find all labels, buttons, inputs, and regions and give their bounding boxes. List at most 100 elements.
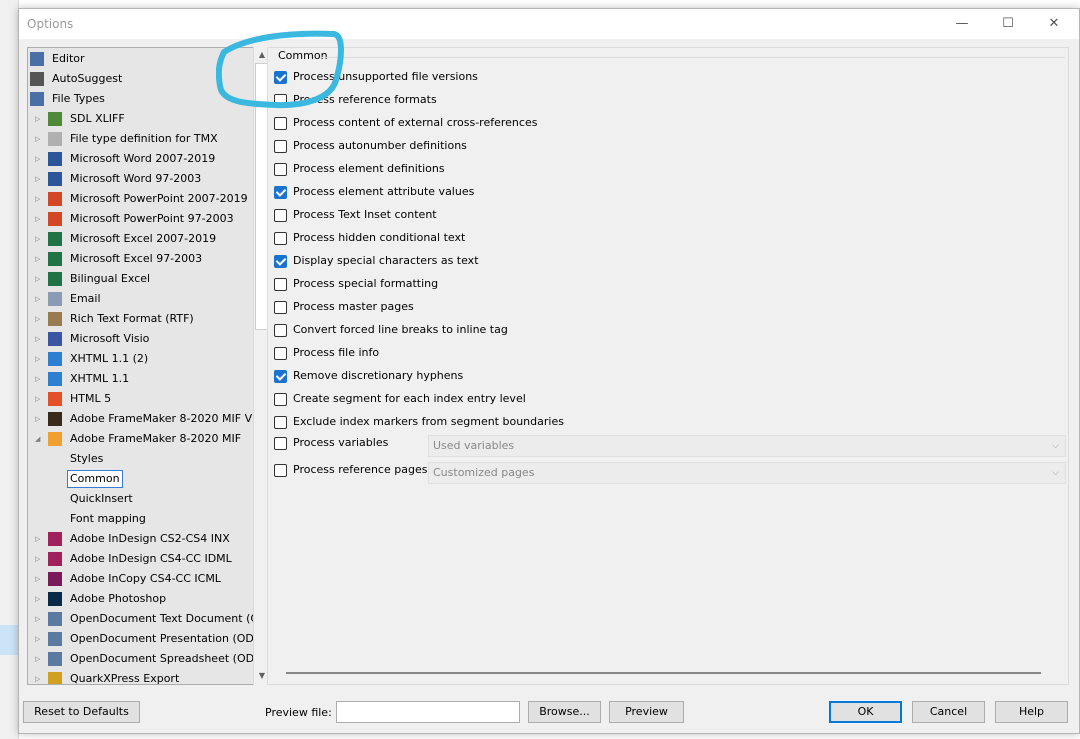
maximize-icon[interactable]: ☐	[985, 9, 1031, 39]
chevron-down-icon[interactable]: ⌵	[1052, 463, 1059, 483]
expand-arrow-icon[interactable]: ▷	[35, 249, 43, 269]
unchecked-checkbox[interactable]	[274, 437, 287, 450]
quark-icon	[48, 672, 62, 684]
unchecked-checkbox[interactable]	[274, 140, 287, 153]
close-icon[interactable]: ✕	[1031, 9, 1077, 39]
tree-item-label: XHTML 1.1	[70, 372, 130, 385]
unchecked-checkbox[interactable]	[274, 416, 287, 429]
expand-arrow-icon[interactable]: ▷	[35, 289, 43, 309]
expand-arrow-icon[interactable]: ▷	[35, 149, 43, 169]
expand-arrow-icon[interactable]: ▷	[35, 269, 43, 289]
expand-arrow-icon[interactable]: ▷	[35, 629, 43, 649]
tree-item[interactable]: ▷ OpenDocument Text Document (O	[28, 609, 259, 629]
expand-arrow-icon[interactable]: ▷	[35, 369, 43, 389]
tree-item[interactable]: ▷ OpenDocument Spreadsheet (ODS	[28, 649, 261, 669]
tree-item[interactable]: Font mapping	[28, 509, 254, 529]
tree-item[interactable]: ▷ XHTML 1.1 (2)	[28, 349, 254, 369]
tree-item[interactable]: Styles	[28, 449, 254, 469]
unchecked-checkbox[interactable]	[274, 163, 287, 176]
dropdown-value: Customized pages	[433, 466, 535, 479]
tree-item[interactable]: ▷ Microsoft PowerPoint 97-2003	[28, 209, 254, 229]
option-label: Exclude index markers from segment bound…	[293, 415, 564, 428]
expand-arrow-icon[interactable]: ▷	[35, 209, 43, 229]
tree-item-label: Adobe InCopy CS4-CC ICML	[70, 572, 221, 585]
expand-arrow-icon[interactable]: ▷	[35, 349, 43, 369]
tree-item[interactable]: ◢ Adobe FrameMaker 8-2020 MIF	[28, 429, 254, 449]
collapse-arrow-icon[interactable]: ◢	[35, 429, 43, 449]
tree-item-label: Rich Text Format (RTF)	[70, 312, 194, 325]
expand-arrow-icon[interactable]: ▷	[35, 649, 43, 669]
tree-item[interactable]: ▷ Adobe InDesign CS2-CS4 INX	[28, 529, 254, 549]
unchecked-checkbox[interactable]	[274, 393, 287, 406]
unchecked-checkbox[interactable]	[274, 347, 287, 360]
preview-button[interactable]: Preview	[609, 701, 684, 723]
expand-arrow-icon[interactable]: ▷	[35, 309, 43, 329]
expand-arrow-icon[interactable]: ▷	[35, 549, 43, 569]
tree-item[interactable]: ▷ Microsoft Word 2007-2019	[28, 149, 254, 169]
browse-button[interactable]: Browse...	[528, 701, 601, 723]
tree-item[interactable]: Common	[28, 469, 254, 489]
preview-file-input[interactable]	[336, 701, 520, 723]
tree-item[interactable]: ▷ Email	[28, 289, 254, 309]
expand-arrow-icon[interactable]: ▷	[35, 569, 43, 589]
tree-item[interactable]: ▷ Microsoft Word 97-2003	[28, 169, 254, 189]
minimize-icon[interactable]: —	[939, 9, 985, 39]
background-highlight	[0, 625, 18, 655]
tree-item[interactable]: ▷ Bilingual Excel	[28, 269, 254, 289]
tree-item-label: Font mapping	[70, 512, 146, 525]
unchecked-checkbox[interactable]	[274, 278, 287, 291]
excel-doc-icon	[48, 252, 62, 266]
tree-item[interactable]: ▷ Rich Text Format (RTF)	[28, 309, 254, 329]
odp-icon	[48, 632, 62, 646]
expand-arrow-icon[interactable]: ▷	[35, 229, 43, 249]
expand-arrow-icon[interactable]: ▷	[35, 169, 43, 189]
expand-arrow-icon[interactable]: ▷	[35, 109, 43, 129]
tree-item[interactable]: ▷ Adobe InCopy CS4-CC ICML	[28, 569, 254, 589]
option-dropdown[interactable]: Used variables ⌵	[428, 435, 1066, 457]
expand-arrow-icon[interactable]: ▷	[35, 529, 43, 549]
option-label: Create segment for each index entry leve…	[293, 392, 526, 405]
expand-arrow-icon[interactable]: ▷	[35, 129, 43, 149]
tree-item[interactable]: ▷ HTML 5	[28, 389, 254, 409]
tree-item[interactable]: ▷ Microsoft Excel 97-2003	[28, 249, 254, 269]
expand-arrow-icon[interactable]: ▷	[35, 189, 43, 209]
expand-arrow-icon[interactable]: ▷	[35, 669, 43, 684]
tree-item[interactable]: ▷ Adobe InDesign CS4-CC IDML	[28, 549, 254, 569]
tree-item[interactable]: ▷ File type definition for TMX	[28, 129, 254, 149]
tree-item-label: Editor	[52, 52, 85, 65]
tree-item[interactable]: QuickInsert	[28, 489, 254, 509]
tree-item[interactable]: ▷ Microsoft Visio	[28, 329, 254, 349]
cancel-button[interactable]: Cancel	[912, 701, 985, 723]
checked-checkbox[interactable]	[274, 370, 287, 383]
tree-item[interactable]: ▷ Adobe FrameMaker 8-2020 MIF V2	[28, 409, 259, 429]
ok-button[interactable]: OK	[829, 701, 902, 723]
expand-arrow-icon[interactable]: ▷	[35, 609, 43, 629]
expand-arrow-icon[interactable]: ▷	[35, 329, 43, 349]
reset-to-defaults-button[interactable]: Reset to Defaults	[23, 701, 140, 723]
options-tree[interactable]: Editor AutoSuggest File Types ▷ SDL XLIFF ▷ Fi…	[27, 47, 263, 685]
expand-arrow-icon[interactable]: ▷	[35, 589, 43, 609]
gear-icon	[30, 92, 44, 106]
tree-item[interactable]: ▷ Microsoft PowerPoint 2007-2019	[28, 189, 254, 209]
help-button[interactable]: Help	[995, 701, 1068, 723]
tree-item[interactable]: ▷ Adobe Photoshop	[28, 589, 254, 609]
unchecked-checkbox[interactable]	[274, 117, 287, 130]
tree-item[interactable]: ▷ QuarkXPress Export	[28, 669, 254, 684]
tree-item-label: Microsoft Excel 97-2003	[70, 252, 203, 265]
unchecked-checkbox[interactable]	[274, 464, 287, 477]
horizontal-scrollbar[interactable]	[274, 670, 1046, 676]
checked-checkbox[interactable]	[274, 255, 287, 268]
checked-checkbox[interactable]	[274, 186, 287, 199]
unchecked-checkbox[interactable]	[274, 209, 287, 222]
expand-arrow-icon[interactable]: ▷	[35, 409, 43, 429]
tree-item[interactable]: ▷ OpenDocument Presentation (ODP	[28, 629, 261, 649]
option-dropdown[interactable]: Customized pages ⌵	[428, 462, 1066, 484]
word-doc-icon	[48, 172, 62, 186]
unchecked-checkbox[interactable]	[274, 324, 287, 337]
chevron-down-icon[interactable]: ⌵	[1052, 436, 1059, 456]
unchecked-checkbox[interactable]	[274, 232, 287, 245]
expand-arrow-icon[interactable]: ▷	[35, 389, 43, 409]
unchecked-checkbox[interactable]	[274, 301, 287, 314]
tree-item[interactable]: ▷ Microsoft Excel 2007-2019	[28, 229, 254, 249]
tree-item[interactable]: ▷ XHTML 1.1	[28, 369, 254, 389]
